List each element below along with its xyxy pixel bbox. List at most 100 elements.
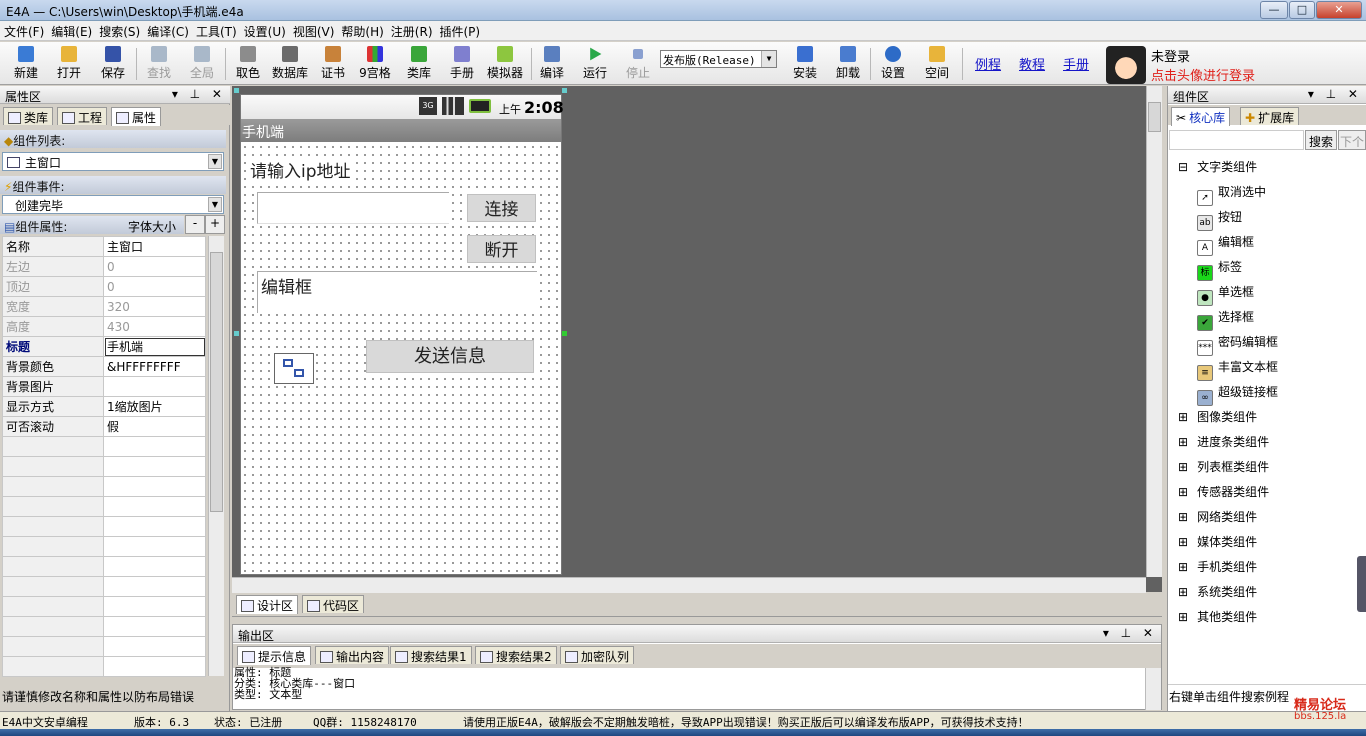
grid9-button[interactable]: 9宫格 [357,46,393,82]
scrollbar-thumb[interactable] [210,252,223,512]
expand-icon[interactable]: ⊞ [1178,535,1188,549]
component-search-button[interactable]: 搜索 [1305,130,1337,150]
manual-button[interactable]: 手册 [446,46,478,82]
expand-icon[interactable]: ⊞ [1178,510,1188,524]
component-item[interactable]: ∞ 超级链接框 [1197,383,1278,406]
table-row[interactable]: 高度 430 [2,316,206,337]
socket-component-icon[interactable] [274,353,314,384]
component-category[interactable]: ⊞ 网络类组件 [1178,508,1257,525]
component-category[interactable]: ⊞ 其他类组件 [1178,608,1257,625]
save-button[interactable]: 保存 [97,46,129,82]
find-button[interactable]: 查找 [143,46,175,82]
new-button[interactable]: 新建 [10,46,42,82]
resize-handle[interactable] [562,331,567,336]
table-row[interactable]: 左边 0 [2,256,206,277]
table-row[interactable]: 顶边 0 [2,276,206,297]
component-category[interactable]: ⊞ 进度条类组件 [1178,433,1269,450]
tab-hint-info[interactable]: 提示信息 [237,646,312,665]
resize-handle[interactable] [562,88,567,93]
certificate-button[interactable]: 证书 [317,46,349,82]
example-link[interactable]: 例程 [975,54,1001,73]
build-mode-select[interactable]: 发布版(Release) ▼ [660,50,777,68]
compile-button[interactable]: 编译 [536,46,568,82]
expand-icon[interactable]: ⊞ [1178,410,1188,424]
send-button[interactable]: 发送信息 [366,340,534,373]
emulator-button[interactable]: 模拟器 [485,46,525,82]
library-button[interactable]: 类库 [403,46,435,82]
component-category[interactable]: ⊞ 系统类组件 [1178,583,1257,600]
manual-link[interactable]: 手册 [1063,54,1089,73]
message-editbox[interactable]: 编辑框 [257,271,537,313]
tutorial-link[interactable]: 教程 [1019,54,1045,73]
settings-button[interactable]: 设置 [877,46,909,82]
component-item[interactable]: 标标签 [1197,258,1242,281]
disconnect-button[interactable]: 断开 [467,235,536,263]
tab-encrypt-queue[interactable]: 加密队列 [560,646,635,664]
collapse-icon[interactable]: ⊟ [1178,160,1188,174]
global-search-button[interactable]: 全局 [186,46,218,82]
panel-header-buttons[interactable]: ▾ ⊥ ✕ [172,87,226,101]
component-item[interactable]: *** 密码编辑框 [1197,333,1278,356]
expand-icon[interactable]: ⊞ [1178,585,1188,599]
avatar[interactable] [1106,46,1146,84]
table-row[interactable]: 背景图片 [2,376,206,397]
menu-edit[interactable]: 编辑(E) [51,21,92,39]
table-row[interactable]: 宽度 320 [2,296,206,317]
scrollbar-thumb[interactable] [1148,102,1161,132]
menu-file[interactable]: 文件(F) [4,21,44,39]
open-button[interactable]: 打开 [53,46,85,82]
expand-icon[interactable]: ⊞ [1178,460,1188,474]
component-category[interactable]: ⊞ 媒体类组件 [1178,533,1257,550]
tab-output-content[interactable]: 输出内容 [315,646,390,664]
menu-help[interactable]: 帮助(H) [341,21,383,39]
resize-handle[interactable] [234,331,239,336]
database-button[interactable]: 数据库 [270,46,310,82]
component-item[interactable]: ≡ 丰富文本框 [1197,358,1278,381]
property-scrollbar[interactable] [208,236,224,676]
component-category[interactable]: ⊞ 图像类组件 [1178,408,1257,425]
tab-search-result-2[interactable]: 搜索结果2 [475,646,557,664]
component-item[interactable]: ➚ 取消选中 [1197,183,1266,206]
space-button[interactable]: 空间 [921,46,953,82]
component-item[interactable]: ab 按钮 [1197,208,1242,231]
ip-input[interactable] [257,192,449,224]
install-button[interactable]: 安装 [789,46,821,82]
edge-handle[interactable] [1357,556,1366,612]
output-scrollbar[interactable] [1145,668,1161,710]
tab-project[interactable]: 工程 [57,107,108,125]
minimize-button[interactable]: — [1260,1,1288,19]
color-picker-button[interactable]: 取色 [232,46,264,82]
panel-header-buttons[interactable]: ▾ ⊥ ✕ [1103,626,1157,640]
component-item[interactable]: ● 单选框 [1197,283,1254,306]
menu-tools[interactable]: 工具(T) [196,21,237,39]
component-item[interactable]: ✔ 选择框 [1197,308,1254,331]
connect-button[interactable]: 连接 [467,194,536,222]
font-size-increase-button[interactable]: + [205,215,225,234]
menu-view[interactable]: 视图(V) [293,21,335,39]
close-button[interactable]: ✕ [1316,1,1362,19]
tab-properties[interactable]: 属性 [111,107,162,126]
stop-button[interactable]: 停止 [622,46,654,82]
design-horizontal-scrollbar[interactable] [232,577,1146,593]
resize-handle[interactable] [234,88,239,93]
component-list-select[interactable]: 主窗口 ▼ [2,152,224,171]
expand-icon[interactable]: ⊞ [1178,560,1188,574]
tab-code[interactable]: 代码区 [302,595,365,613]
design-vertical-scrollbar[interactable] [1146,86,1162,577]
tab-core-library[interactable]: ✂ 核心库 [1171,107,1231,126]
component-category[interactable]: ⊞ 列表框类组件 [1178,458,1269,475]
panel-header-buttons[interactable]: ▾ ⊥ ✕ [1308,87,1362,101]
run-button[interactable]: 运行 [579,46,611,82]
menu-settings[interactable]: 设置(U) [244,21,286,39]
tab-extension-library[interactable]: ✚ 扩展库 [1240,107,1300,125]
maximize-button[interactable]: □ [1289,1,1315,19]
component-category[interactable]: ⊞ 传感器类组件 [1178,483,1269,500]
table-row[interactable]: 可否滚动假 [2,416,206,437]
component-category[interactable]: ⊞ 手机类组件 [1178,558,1257,575]
login-hint[interactable]: 点击头像进行登录 [1151,65,1255,84]
menu-search[interactable]: 搜索(S) [99,21,140,39]
component-event-select[interactable]: 创建完毕 ▼ [2,195,224,214]
tab-search-result-1[interactable]: 搜索结果1 [390,646,472,664]
component-next-button[interactable]: 下个 [1338,130,1366,150]
table-row[interactable]: 标题 手机端 [2,336,206,357]
